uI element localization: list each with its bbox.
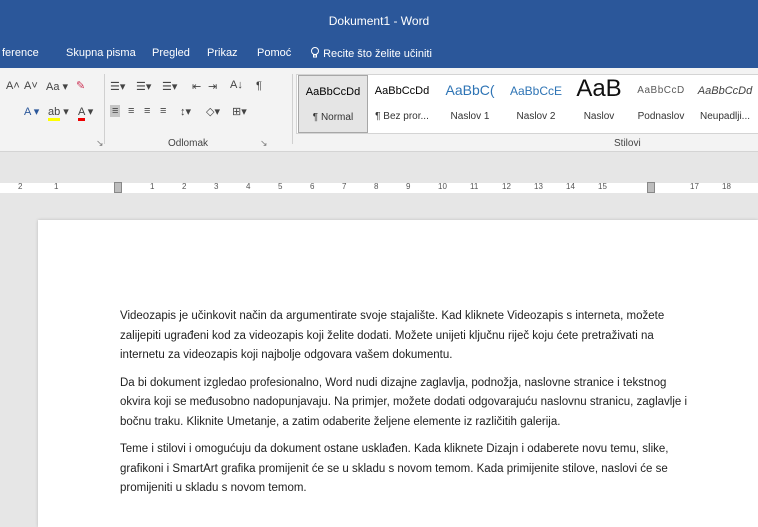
grow-font-icon[interactable]: A˄ — [6, 80, 20, 92]
numbering-icon[interactable]: ☰▾ — [136, 80, 151, 93]
font-color-icon[interactable]: A ▾ — [78, 105, 93, 121]
change-case-icon[interactable]: Aa ▾ — [46, 80, 68, 93]
ribbon-tabs: ference Skupna pisma Pregled Prikaz Pomo… — [0, 44, 758, 68]
paragraph[interactable]: Da bi dokument izgledao profesionalno, W… — [120, 374, 690, 433]
align-center-icon[interactable]: ≡ — [128, 105, 134, 117]
justify-icon[interactable]: ≡ — [160, 105, 166, 117]
style-name: Naslov — [583, 111, 615, 122]
tab-help[interactable]: Pomoć — [255, 47, 293, 59]
style-heading-2[interactable]: AaBbCcE Naslov 2 — [502, 75, 570, 131]
clear-formatting-icon[interactable]: ✎ — [76, 79, 85, 92]
ruler-tick: 10 — [438, 182, 447, 191]
ribbon: A˄ A˅ Aa ▾ ✎ A ▾ ab ▾ A ▾ ☰▾ ☰▾ ☰▾ ⇤ ⇥ A… — [0, 68, 758, 152]
borders-icon[interactable]: ⊞▾ — [232, 105, 247, 118]
ruler-tick: 4 — [246, 182, 251, 191]
style-subtle-emphasis[interactable]: AaBbCcDd Neupadlji... — [691, 75, 758, 131]
style-sample: AaBbCcDd — [697, 85, 753, 97]
style-name: Podnaslov — [637, 111, 685, 122]
ruler-tick: 6 — [310, 182, 315, 191]
style-name: Neupadlji... — [699, 111, 751, 122]
ruler-tick: 1 — [54, 182, 59, 191]
shrink-font-icon[interactable]: A˅ — [24, 80, 38, 92]
ruler-tick: 15 — [598, 182, 607, 191]
style-sample: AaBbCcDd — [374, 85, 430, 97]
styles-group-label: Stilovi — [614, 138, 641, 149]
style-sample: AaB — [576, 75, 622, 102]
align-right-icon[interactable]: ≡ — [144, 105, 150, 117]
shading-icon[interactable]: ◇▾ — [206, 105, 220, 118]
style-name: ¶ Bez pror... — [375, 111, 429, 122]
title-bar: Dokument1 - Word — [0, 0, 758, 44]
bullets-icon[interactable]: ☰▾ — [110, 80, 125, 93]
style-sample: AaBbCcDd — [305, 86, 361, 98]
ruler-tick: 11 — [470, 182, 479, 191]
lightbulb-icon — [311, 47, 319, 58]
style-subtitle[interactable]: AaBbCcD Podnaslov — [627, 75, 695, 131]
multilevel-list-icon[interactable]: ☰▾ — [162, 80, 177, 93]
horizontal-ruler[interactable]: 2 1 1 2 3 4 5 6 7 8 9 10 11 12 13 14 15 … — [0, 182, 758, 194]
style-heading-1[interactable]: AaBbC( Naslov 1 — [436, 75, 504, 131]
tab-review[interactable]: Pregled — [150, 47, 192, 59]
decrease-indent-icon[interactable]: ⇤ — [192, 80, 201, 93]
show-marks-icon[interactable]: ¶ — [256, 80, 262, 92]
styles-gallery: AaBbCcDd ¶ Normal AaBbCcDd ¶ Bez pror...… — [296, 74, 758, 134]
ruler-tick: 2 — [18, 182, 23, 191]
align-left-icon[interactable]: ≡ — [110, 105, 121, 117]
sort-icon[interactable]: A↓ — [230, 79, 243, 91]
ruler-tick: 1 — [150, 182, 155, 191]
tab-mailings[interactable]: Skupna pisma — [64, 47, 138, 59]
ruler-tick: 5 — [278, 182, 283, 191]
line-spacing-icon[interactable]: ↕▾ — [180, 105, 191, 118]
ruler-tick: 13 — [534, 182, 543, 191]
highlight-color-icon[interactable]: ab ▾ — [48, 105, 69, 121]
tell-me-label: Recite što želite učiniti — [323, 48, 432, 60]
tab-references[interactable]: ference — [0, 47, 41, 59]
ruler-tick: 18 — [722, 182, 731, 191]
window-title: Dokument1 - Word — [328, 14, 430, 28]
style-sample: AaBbCcD — [637, 85, 685, 96]
style-name: Naslov 1 — [450, 111, 490, 122]
ruler-tick: 14 — [566, 182, 575, 191]
document-page[interactable]: Videozapis je učinkovit način da argumen… — [38, 220, 758, 527]
style-title[interactable]: AaB Naslov — [565, 75, 633, 131]
tell-me-search[interactable]: Recite što želite učiniti — [310, 47, 432, 60]
style-sample: AaBbC( — [445, 82, 495, 98]
paragraph-dialog-launcher-icon[interactable]: ↘ — [260, 138, 268, 149]
ruler-tick: 9 — [406, 182, 411, 191]
paragraph-group-label: Odlomak — [168, 138, 209, 149]
ruler-tick: 2 — [182, 182, 187, 191]
right-indent-marker[interactable] — [647, 182, 655, 193]
ruler-tick: 17 — [690, 182, 699, 191]
document-body[interactable]: Videozapis je učinkovit način da argumen… — [120, 307, 690, 507]
style-name: ¶ Normal — [312, 112, 354, 123]
style-no-spacing[interactable]: AaBbCcDd ¶ Bez pror... — [368, 75, 436, 131]
ruler-tick: 7 — [342, 182, 347, 191]
increase-indent-icon[interactable]: ⇥ — [208, 80, 217, 93]
paragraph[interactable]: Videozapis je učinkovit način da argumen… — [120, 307, 690, 366]
style-name: Naslov 2 — [516, 111, 556, 122]
paragraph[interactable]: Teme i stilovi i omogućuju da dokument o… — [120, 440, 690, 499]
tab-view[interactable]: Prikaz — [205, 47, 240, 59]
ruler-tick: 12 — [502, 182, 511, 191]
text-effects-icon[interactable]: A ▾ — [24, 105, 39, 118]
font-dialog-launcher-icon[interactable]: ↘ — [96, 138, 104, 149]
style-sample: AaBbCcE — [509, 84, 563, 98]
indent-marker[interactable] — [114, 182, 122, 193]
style-normal[interactable]: AaBbCcDd ¶ Normal — [298, 75, 368, 133]
ruler-tick: 8 — [374, 182, 379, 191]
ruler-tick: 3 — [214, 182, 219, 191]
